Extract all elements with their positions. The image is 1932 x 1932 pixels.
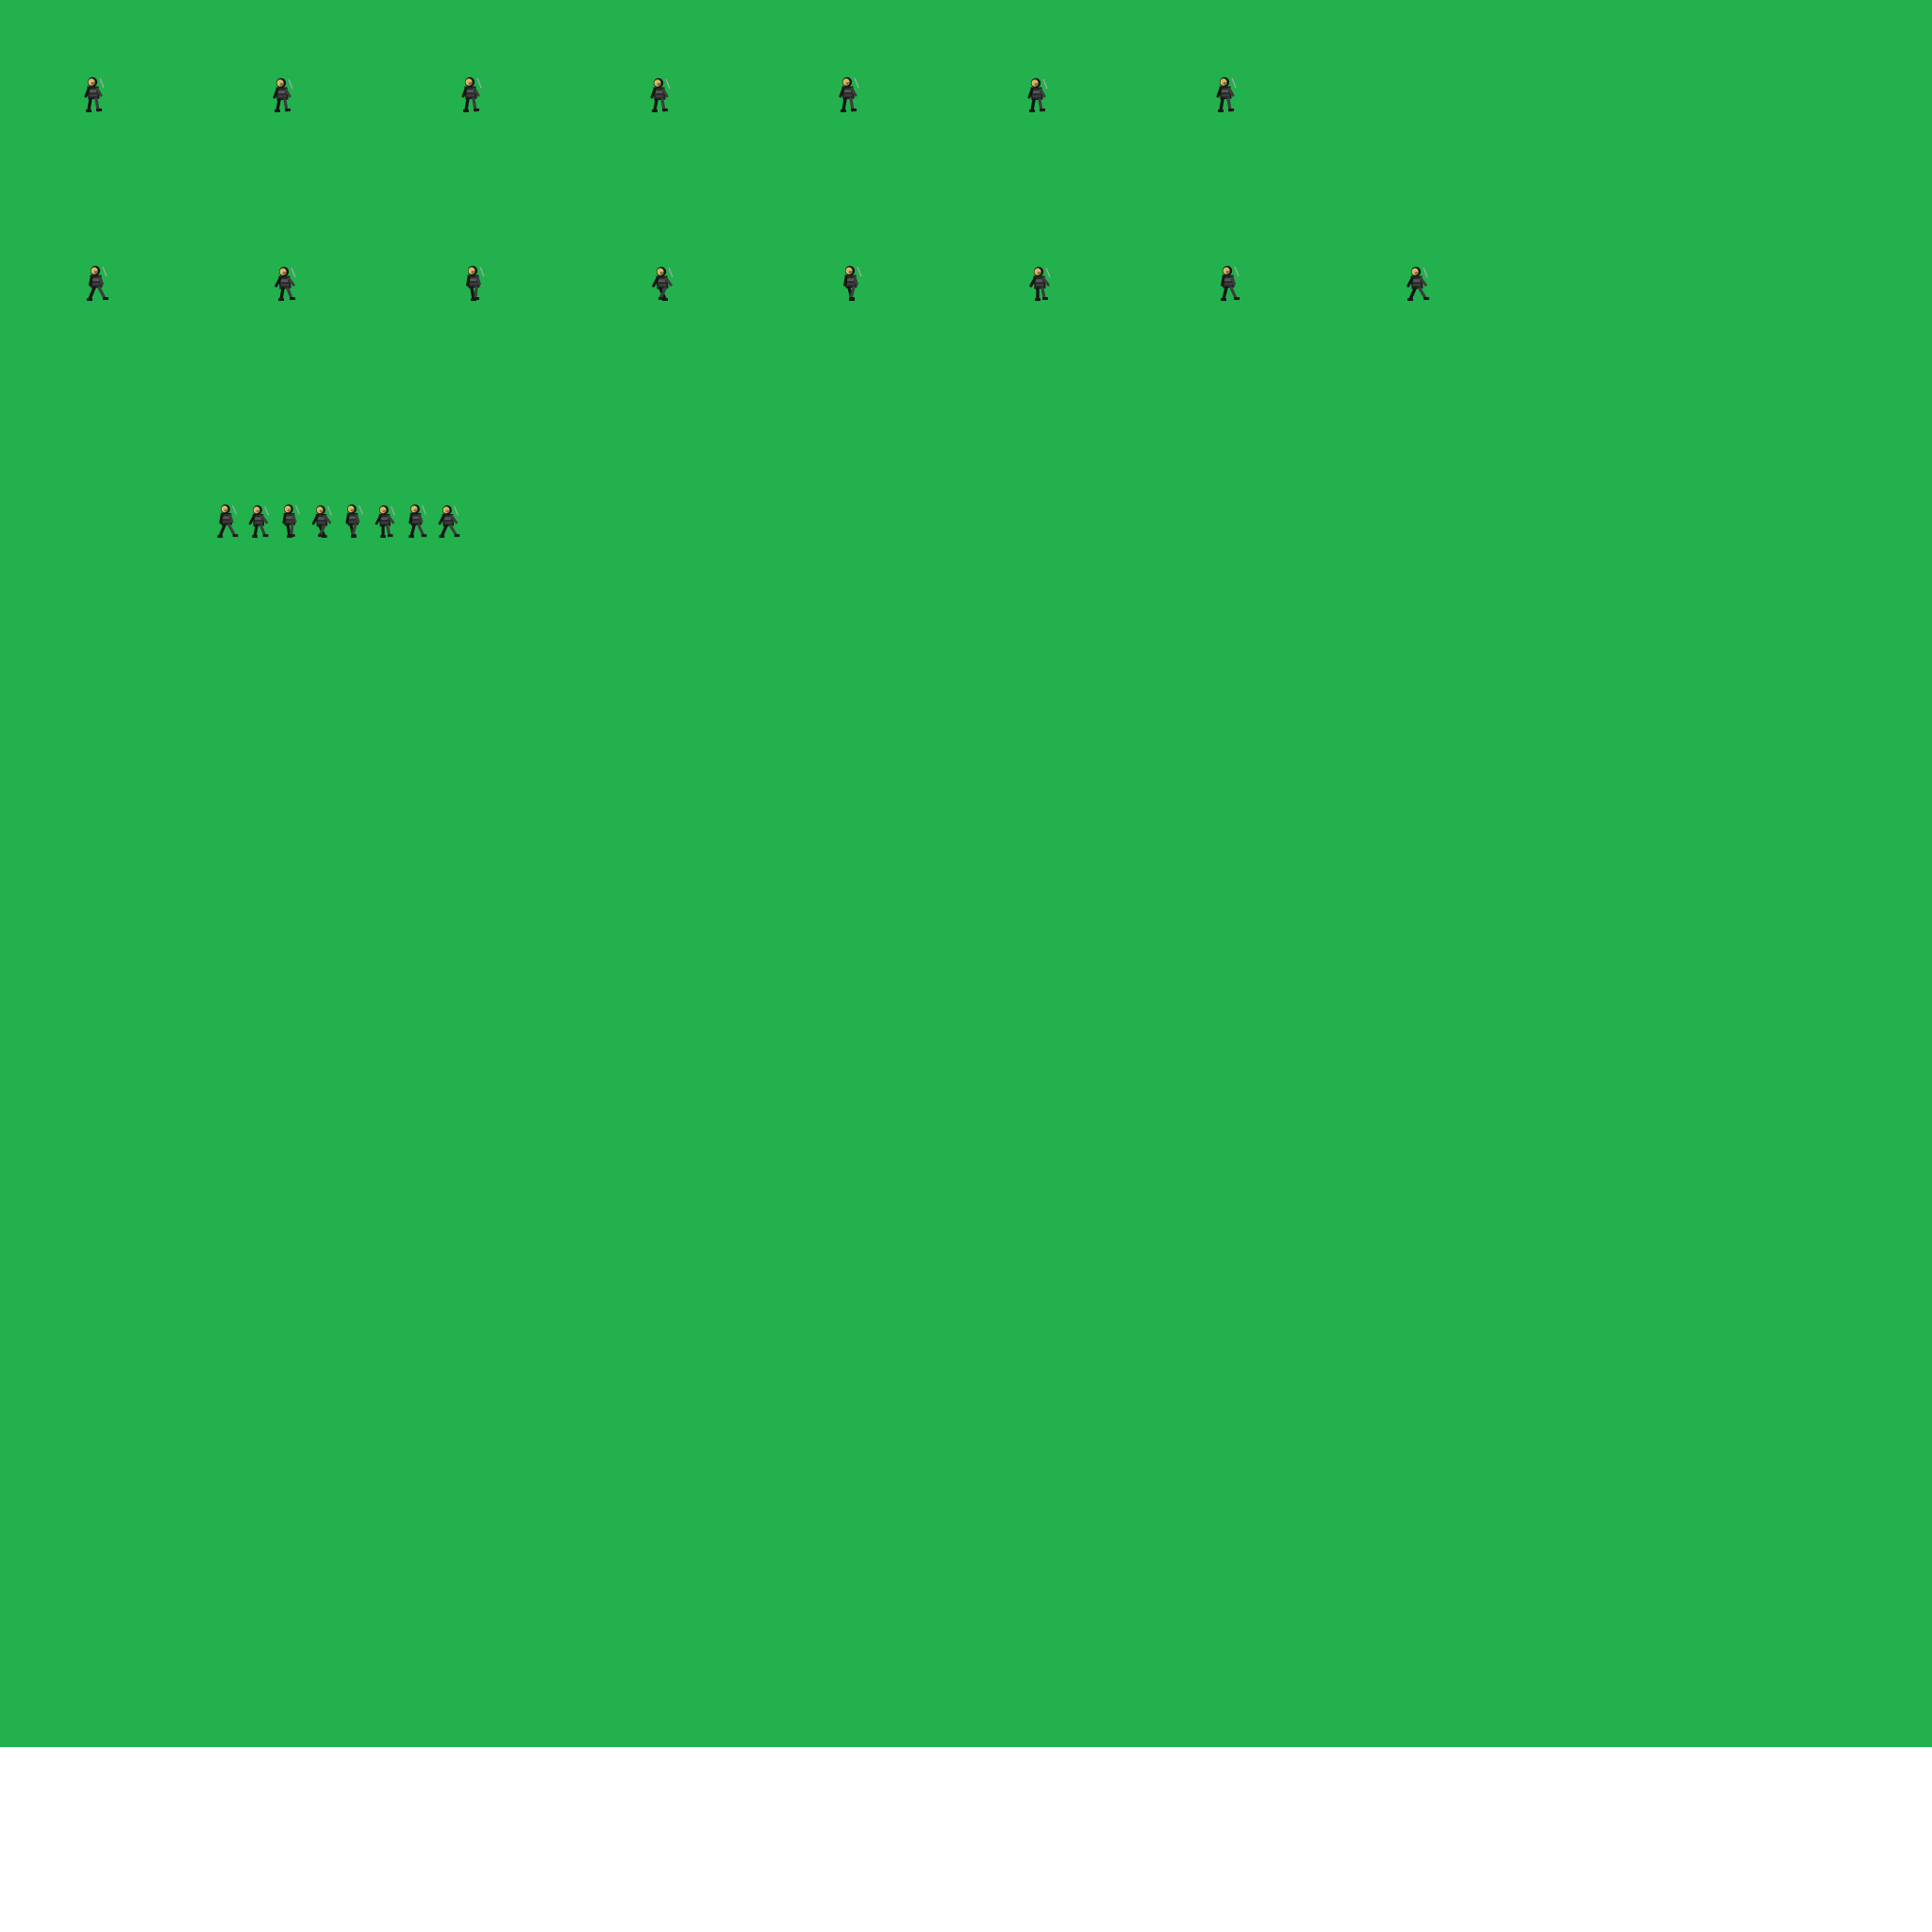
- ninja-run-sprite: [371, 502, 397, 540]
- ninja-run-sprite: [308, 502, 334, 540]
- ninja-idle-sprite: [1024, 75, 1051, 114]
- ninja-run-sprite-graphic: [311, 505, 332, 539]
- ninja-idle-sprite: [647, 75, 674, 114]
- ninja-idle-sprite-graphic: [1027, 77, 1048, 112]
- ninja-idle-sprite: [836, 75, 862, 114]
- ninja-run-sprite-graphic: [375, 505, 395, 539]
- ninja-run-sprite-graphic: [282, 504, 300, 539]
- ninja-run-sprite: [1213, 263, 1241, 303]
- ninja-idle-sprite: [458, 75, 485, 114]
- ninja-run-sprite-graphic: [217, 504, 239, 539]
- ninja-run-sprite-graphic: [843, 265, 862, 301]
- ninja-run-sprite: [1402, 263, 1430, 303]
- ninja-run-sprite: [434, 502, 460, 540]
- ninja-idle-sprite: [270, 75, 296, 114]
- ninja-run-sprite: [212, 502, 239, 540]
- ninja-run-sprite: [647, 263, 675, 303]
- ninja-run-sprite-graphic: [1221, 265, 1240, 301]
- ninja-run-sprite-graphic: [1407, 266, 1429, 301]
- ninja-run-sprite: [275, 502, 302, 540]
- sprite-sheet-canvas: [0, 0, 1932, 1747]
- ninja-run-sprite: [339, 502, 365, 540]
- ninja-run-sprite-graphic: [275, 266, 296, 301]
- ninja-run-sprite-graphic: [466, 265, 485, 301]
- empty-margin: [0, 1747, 1932, 1932]
- ninja-idle-sprite-graphic: [839, 76, 859, 112]
- ninja-run-sprite: [1024, 263, 1053, 303]
- ninja-idle-sprite-graphic: [1216, 76, 1237, 112]
- ninja-run-sprite: [836, 263, 864, 303]
- ninja-idle-sprite-graphic: [273, 77, 293, 112]
- ninja-idle-sprite: [1213, 75, 1240, 114]
- ninja-run-sprite-graphic: [87, 265, 108, 301]
- ninja-run-sprite: [81, 263, 109, 303]
- ninja-idle-sprite-graphic: [650, 77, 671, 112]
- ninja-run-sprite-graphic: [1029, 266, 1051, 301]
- ninja-run-sprite-graphic: [248, 505, 269, 539]
- ninja-idle-sprite-graphic: [461, 76, 482, 112]
- ninja-run-sprite: [244, 502, 271, 540]
- ninja-idle-sprite: [81, 75, 108, 114]
- ninja-run-sprite-graphic: [345, 504, 363, 539]
- ninja-run-sprite-graphic: [408, 504, 427, 539]
- ninja-run-sprite: [270, 263, 298, 303]
- ninja-run-sprite-graphic: [438, 505, 459, 539]
- ninja-idle-sprite-graphic: [84, 76, 105, 112]
- ninja-run-sprite: [458, 263, 487, 303]
- ninja-run-sprite-graphic: [652, 266, 674, 301]
- ninja-run-sprite: [402, 502, 428, 540]
